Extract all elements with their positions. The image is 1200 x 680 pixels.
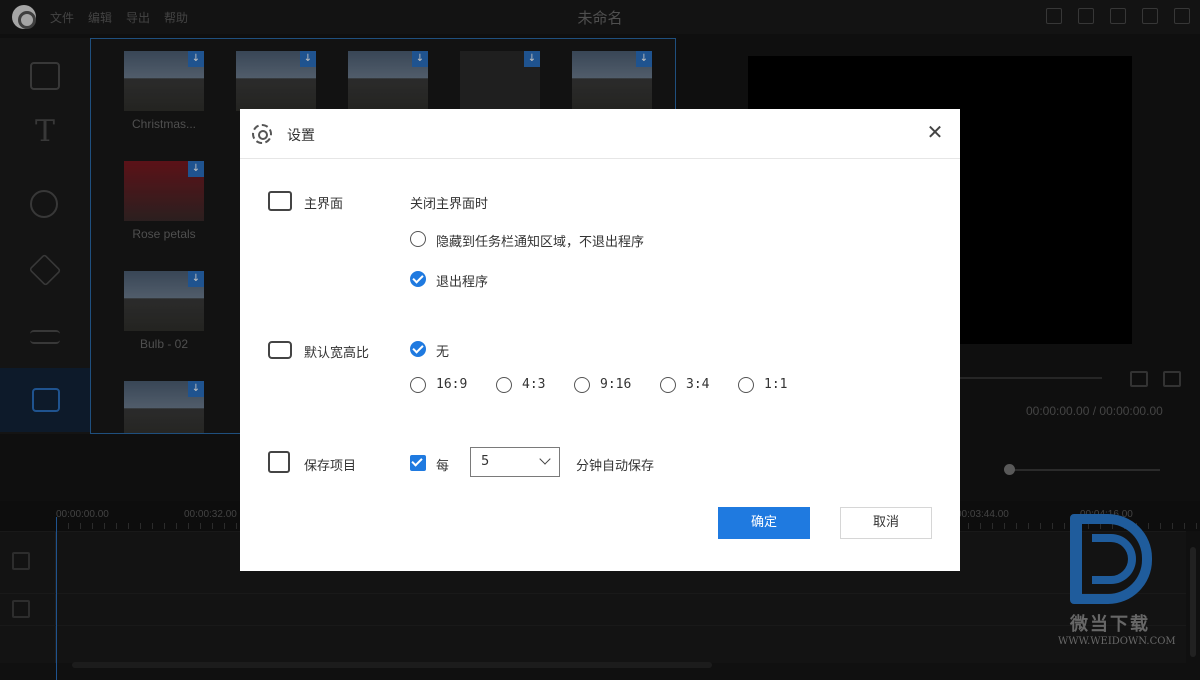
main-window-label: 主界面 (304, 197, 344, 212)
dialog-header: 设置 ✕ (240, 109, 960, 159)
radio-aspect-9-16[interactable] (574, 377, 590, 393)
auto-save-suffix-label: 分钟自动保存 (576, 459, 655, 474)
radio-exit-program[interactable] (410, 271, 426, 287)
auto-save-interval-select[interactable]: 5 (470, 447, 560, 477)
dialog-title: 设置 (287, 128, 315, 144)
auto-save-interval-value: 5 (481, 454, 490, 469)
close-icon[interactable]: ✕ (924, 121, 946, 143)
radio-aspect-4-3-label[interactable]: 4:3 (522, 377, 545, 392)
radio-exit-program-label[interactable]: 退出程序 (436, 271, 488, 290)
radio-aspect-1-1-label[interactable]: 1:1 (764, 377, 787, 392)
auto-save-every-label: 每 (436, 459, 450, 474)
chevron-down-icon (539, 453, 551, 465)
gear-icon (252, 124, 272, 144)
radio-aspect-16-9[interactable] (410, 377, 426, 393)
on-close-label: 关闭主界面时 (410, 197, 489, 212)
cancel-button[interactable]: 取消 (840, 507, 932, 539)
auto-save-checkbox[interactable] (410, 455, 426, 471)
save-icon (268, 451, 290, 473)
radio-hide-to-tray[interactable] (410, 231, 426, 247)
settings-dialog: 设置 ✕ 主界面 关闭主界面时 隐藏到任务栏通知区域，不退出程序 退出程序 默认… (240, 109, 960, 571)
radio-aspect-none-label[interactable]: 无 (436, 341, 449, 360)
aspect-ratio-label: 默认宽高比 (304, 346, 370, 361)
monitor-icon (268, 191, 292, 211)
radio-aspect-9-16-label[interactable]: 9:16 (600, 377, 631, 392)
radio-aspect-3-4-label[interactable]: 3:4 (686, 377, 709, 392)
radio-aspect-3-4[interactable] (660, 377, 676, 393)
radio-aspect-16-9-label[interactable]: 16:9 (436, 377, 467, 392)
radio-hide-to-tray-label[interactable]: 隐藏到任务栏通知区域，不退出程序 (436, 231, 644, 250)
radio-aspect-none[interactable] (410, 341, 426, 357)
radio-aspect-1-1[interactable] (738, 377, 754, 393)
save-project-label: 保存项目 (304, 459, 357, 474)
ok-button[interactable]: 确定 (718, 507, 810, 539)
radio-aspect-4-3[interactable] (496, 377, 512, 393)
aspect-ratio-icon (268, 341, 292, 359)
